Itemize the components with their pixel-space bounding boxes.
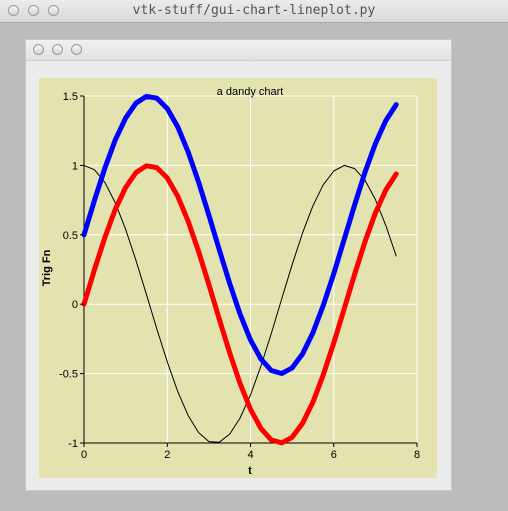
- y-tick-label: 0: [72, 299, 78, 311]
- x-tick-label: 6: [331, 449, 337, 461]
- x-tick-label: 2: [164, 449, 170, 461]
- x-tick-label: 0: [81, 449, 87, 461]
- y-axis-label: Trig Fn: [41, 249, 53, 286]
- x-tick-label: 4: [247, 449, 253, 461]
- x-axis-label: t: [248, 465, 252, 477]
- window-titlebar[interactable]: vtk-stuff/gui-chart-lineplot.py: [0, 0, 508, 23]
- y-tick-label: 1.5: [63, 91, 78, 103]
- window-title: vtk-stuff/gui-chart-lineplot.py: [132, 3, 376, 18]
- y-tick-label: 0.5: [63, 230, 78, 242]
- inner-minimize-icon[interactable]: [52, 44, 63, 55]
- inner-titlebar[interactable]: [26, 40, 451, 61]
- y-tick-label: -1: [68, 438, 78, 450]
- x-tick-label: 8: [414, 449, 420, 461]
- inner-close-icon[interactable]: [33, 44, 44, 55]
- y-tick-label: 1: [72, 160, 78, 172]
- line-chart[interactable]: 0 2 4 6 8 -1 -0.5 0 0.5 1 1.5 a dandy chart t Trig…: [39, 78, 437, 478]
- chart-title: a dandy chart: [217, 86, 284, 98]
- y-tick-label: -0.5: [59, 369, 78, 381]
- inner-zoom-icon[interactable]: [71, 44, 82, 55]
